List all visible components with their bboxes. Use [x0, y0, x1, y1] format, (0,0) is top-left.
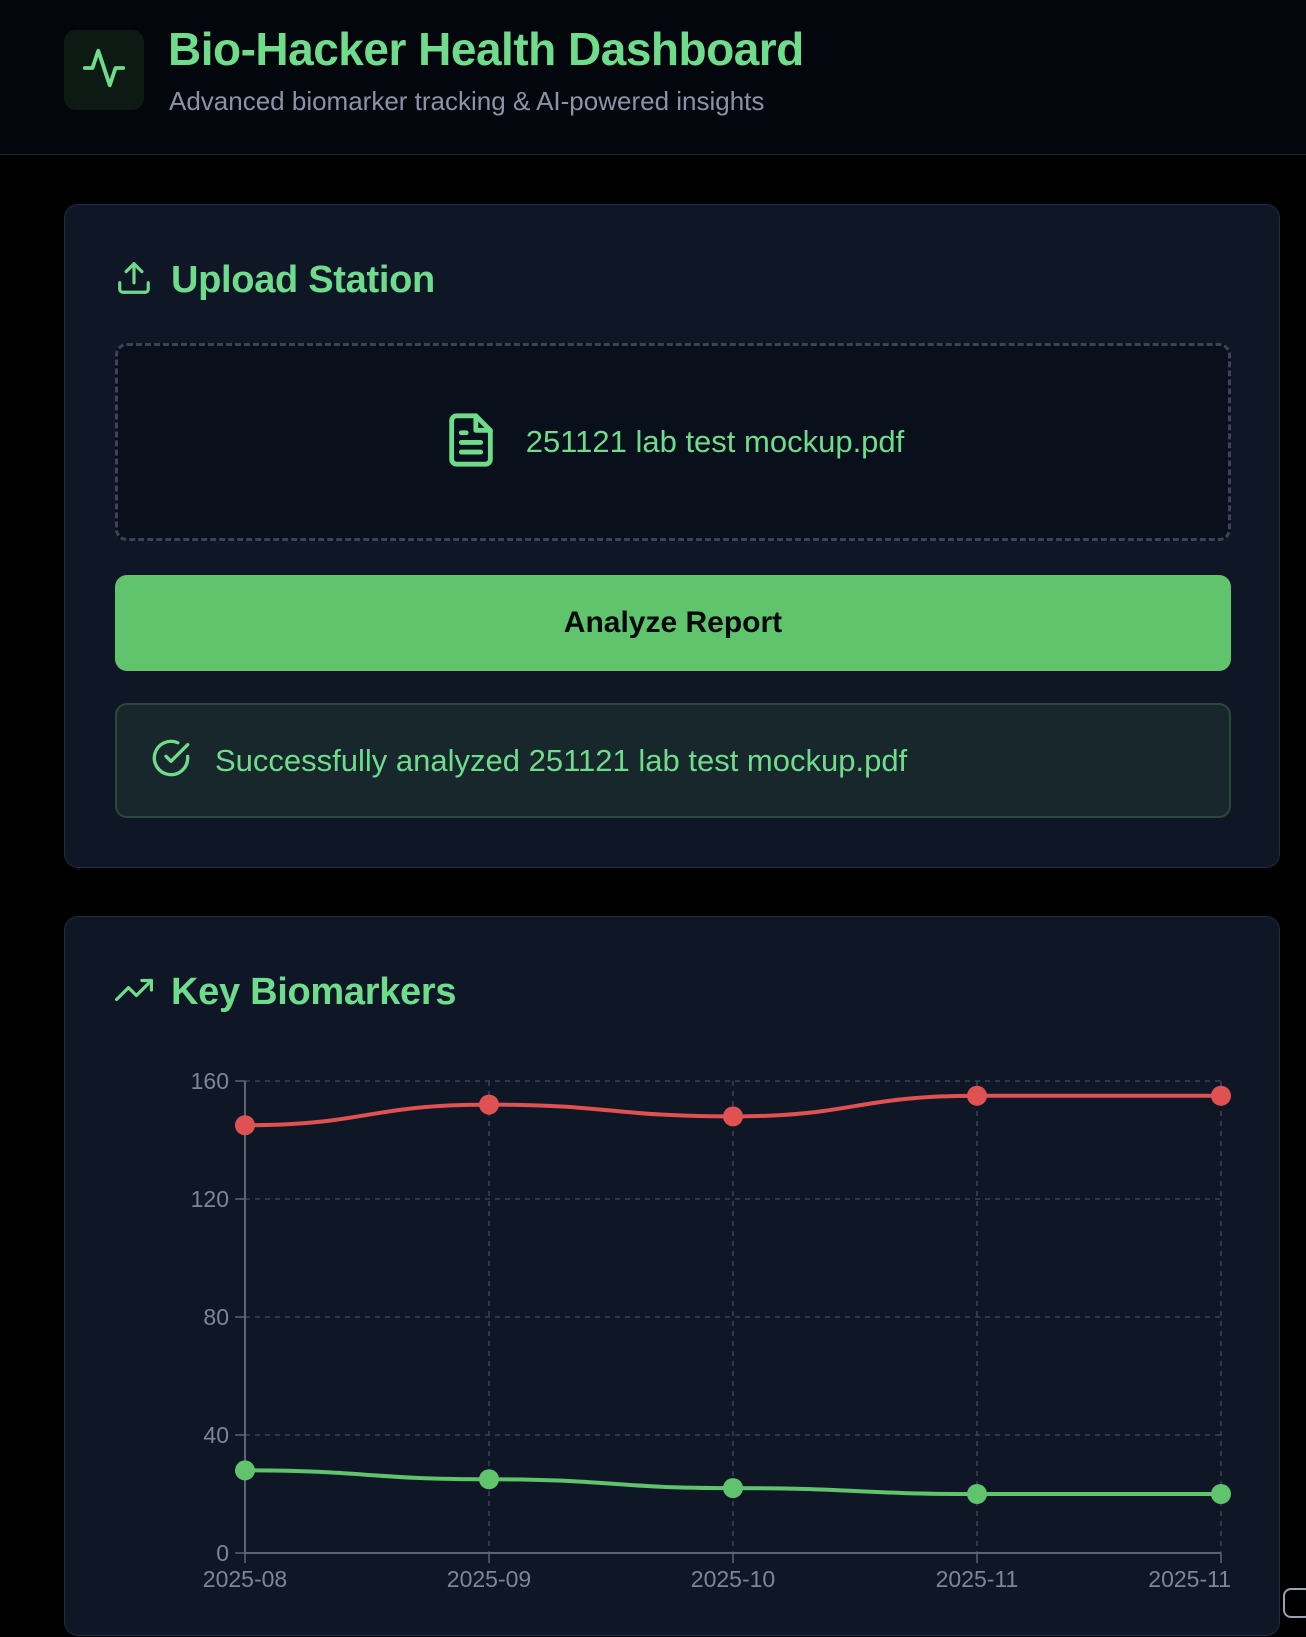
- success-alert: Successfully analyzed 251121 lab test mo…: [115, 703, 1231, 818]
- data-point: [479, 1094, 499, 1115]
- y-tick-label: 120: [191, 1186, 229, 1212]
- selected-file-name: 251121 lab test mockup.pdf: [525, 424, 905, 459]
- file-dropzone[interactable]: 251121 lab test mockup.pdf: [115, 343, 1231, 541]
- x-tick-label: 2025-10: [691, 1566, 775, 1592]
- check-circle-icon: [151, 738, 191, 783]
- biomarkers-line-chart: 0 40 80 120 160 2025-08 2025-09 2025-10 2025-11 2…: [191, 1068, 1231, 1592]
- upload-station-heading: Upload Station: [115, 259, 435, 302]
- key-biomarkers-card: Key Biomarkers 0 40 80 120 160 2025-08 2025-09…: [64, 916, 1280, 1636]
- upload-station-title: Upload Station: [171, 259, 435, 301]
- analyze-report-button[interactable]: Analyze Report: [115, 575, 1231, 671]
- app-subtitle: Advanced biomarker tracking & AI-powered…: [169, 86, 765, 116]
- y-tick-label: 40: [203, 1422, 229, 1448]
- data-point: [967, 1085, 987, 1106]
- data-point: [235, 1115, 255, 1136]
- file-text-icon: [442, 409, 500, 476]
- app-title: Bio-Hacker Health Dashboard: [168, 23, 804, 75]
- logo: [64, 30, 144, 110]
- data-point: [723, 1478, 743, 1499]
- app-header: Bio-Hacker Health Dashboard Advanced bio…: [0, 0, 1306, 155]
- activity-pulse-icon: [81, 45, 127, 96]
- x-tick-label: 2025-11: [936, 1566, 1019, 1592]
- x-tick-label: 2025-08: [203, 1566, 287, 1592]
- data-point: [1211, 1484, 1231, 1504]
- x-tick-label: 2025-11: [1148, 1566, 1231, 1592]
- x-tick-label: 2025-09: [447, 1566, 531, 1592]
- y-tick-label: 80: [203, 1304, 229, 1330]
- data-point: [967, 1484, 987, 1504]
- success-message: Successfully analyzed 251121 lab test mo…: [215, 742, 908, 778]
- y-tick-label: 160: [191, 1068, 229, 1094]
- data-point: [479, 1469, 499, 1490]
- data-point: [723, 1106, 743, 1127]
- resize-handle[interactable]: [1283, 1588, 1306, 1618]
- data-point: [1211, 1085, 1231, 1106]
- y-tick-label: 0: [216, 1540, 229, 1566]
- data-point: [235, 1460, 255, 1481]
- upload-icon: [115, 259, 153, 302]
- upload-station-card: Upload Station 251121 lab test mockup.pd…: [64, 204, 1280, 868]
